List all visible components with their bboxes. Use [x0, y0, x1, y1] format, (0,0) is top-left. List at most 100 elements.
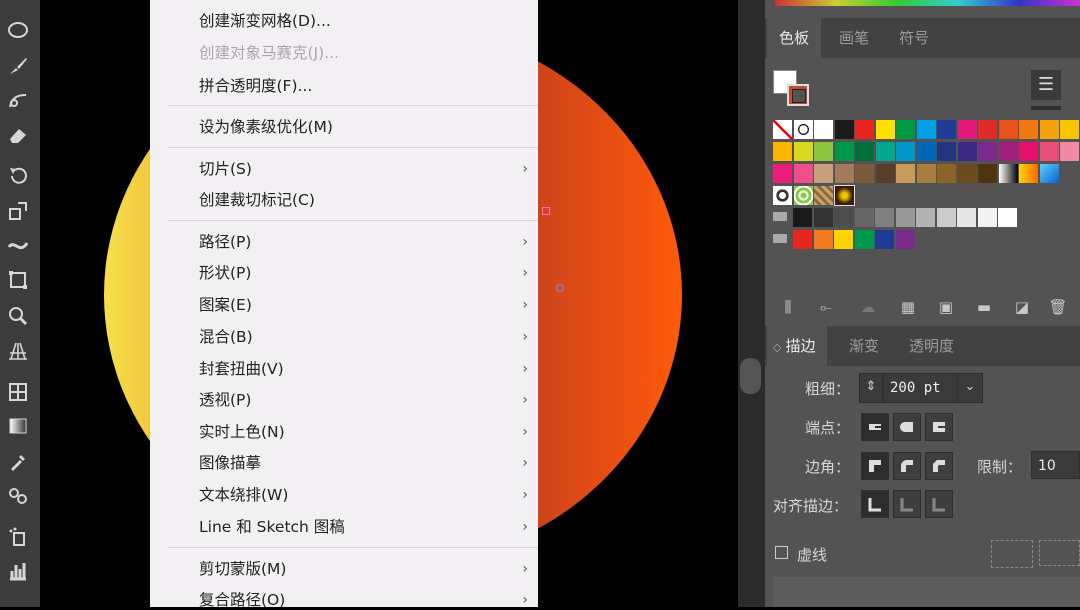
stroke-color-swatch[interactable] [787, 84, 809, 106]
scale-tool-icon[interactable] [4, 197, 32, 225]
color-swatch[interactable] [895, 208, 915, 227]
align-center-icon[interactable] [861, 490, 889, 518]
color-swatch[interactable] [793, 186, 813, 205]
color-swatch[interactable] [793, 208, 812, 227]
color-swatch[interactable] [875, 230, 894, 249]
new-color-group-icon[interactable]: ▣ [935, 296, 957, 318]
column-graph-tool-icon[interactable] [4, 557, 32, 585]
color-swatch[interactable] [1060, 142, 1079, 161]
align-outside-icon[interactable] [925, 490, 953, 518]
delete-swatch-icon[interactable]: 🗑 [1047, 296, 1069, 318]
color-swatch[interactable] [896, 120, 915, 139]
tab-stroke[interactable]: ◇ 描边 [767, 326, 828, 366]
color-swatch[interactable] [793, 164, 813, 183]
menu-item-clipping-mask[interactable]: 剪切蒙版(M) › [199, 559, 528, 579]
symbol-sprayer-tool-icon[interactable] [4, 523, 32, 551]
color-swatch[interactable] [875, 208, 894, 227]
color-swatch[interactable] [978, 142, 997, 161]
color-swatch[interactable] [855, 164, 874, 183]
color-swatch[interactable] [834, 120, 854, 139]
color-swatch[interactable] [957, 164, 977, 183]
tab-gradient[interactable]: 渐变 [837, 326, 891, 366]
menu-item-create-trim-marks[interactable]: 创建裁切标记(C) [199, 190, 315, 210]
color-swatch[interactable] [813, 208, 833, 227]
cloud-library-icon[interactable]: ☁ [857, 296, 879, 318]
panel-dock-scrollbar[interactable] [738, 0, 765, 607]
color-swatch[interactable] [916, 120, 936, 139]
gradient-tool-icon[interactable] [4, 412, 32, 440]
tab-transparency[interactable]: 透明度 [897, 326, 966, 366]
color-group-folder-icon[interactable] [773, 212, 787, 221]
color-swatch[interactable] [916, 164, 936, 183]
width-tool-icon[interactable] [4, 231, 32, 259]
color-swatch[interactable] [793, 142, 813, 161]
menu-item-create-gradient-mesh[interactable]: 创建渐变网格(D)... [199, 11, 331, 31]
menu-item-perspective[interactable]: 透视(P) › [199, 390, 528, 410]
mesh-tool-icon[interactable] [4, 378, 32, 406]
projecting-cap-icon[interactable] [925, 413, 953, 441]
color-swatch[interactable] [896, 164, 915, 183]
ellipse-tool-icon[interactable] [4, 16, 32, 44]
color-swatch[interactable] [998, 120, 1018, 139]
color-swatch[interactable] [1039, 142, 1059, 161]
color-swatch[interactable] [773, 164, 792, 183]
color-swatch[interactable] [793, 230, 812, 249]
menu-item-slice[interactable]: 切片(S) › [199, 159, 528, 179]
color-swatch[interactable] [773, 120, 792, 139]
folder-icon[interactable]: ▬ [973, 296, 995, 318]
color-swatch[interactable] [1039, 164, 1059, 183]
tab-symbols[interactable]: 符号 [887, 18, 941, 58]
menu-item-text-wrap[interactable]: 文本绕排(W) › [199, 485, 528, 505]
color-swatch[interactable] [814, 164, 833, 183]
list-view-icon[interactable]: ☰ [1031, 70, 1061, 100]
anchor-point[interactable] [556, 284, 564, 292]
color-swatch[interactable] [875, 120, 895, 139]
shaper-tool-icon[interactable] [4, 87, 32, 115]
eraser-tool-icon[interactable] [4, 121, 32, 149]
color-swatch[interactable] [834, 164, 854, 183]
color-swatch[interactable] [957, 142, 977, 161]
color-swatch[interactable] [1039, 120, 1059, 139]
color-swatch[interactable] [834, 230, 853, 249]
color-swatch[interactable] [936, 208, 956, 227]
color-swatch[interactable] [1019, 164, 1038, 183]
round-join-icon[interactable] [893, 452, 921, 480]
color-swatch[interactable] [1060, 120, 1079, 139]
butt-cap-icon[interactable] [861, 413, 889, 441]
blend-tool-icon[interactable] [4, 482, 32, 510]
color-swatch[interactable] [814, 186, 833, 205]
tab-swatches[interactable]: 色板 [767, 18, 822, 58]
menu-item-pattern[interactable]: 图案(E) › [199, 295, 528, 315]
color-swatch[interactable] [937, 142, 956, 161]
color-swatch[interactable] [875, 164, 895, 183]
color-swatch[interactable] [957, 208, 976, 227]
color-swatch[interactable] [855, 120, 874, 139]
show-swatch-kinds-icon[interactable]: ⟜ [815, 296, 837, 318]
color-swatch[interactable] [854, 230, 874, 249]
color-swatch[interactable] [854, 208, 874, 227]
color-swatch[interactable] [814, 120, 833, 139]
color-swatch[interactable] [937, 120, 956, 139]
color-swatch[interactable] [978, 164, 997, 183]
menu-item-path[interactable]: 路径(P) › [199, 232, 528, 252]
color-swatch[interactable] [855, 142, 874, 161]
menu-item-pixel-perfect[interactable]: 设为像素级优化(M) [199, 117, 333, 137]
dashed-line-checkbox[interactable] [775, 546, 788, 559]
menu-item-line-sketch-art[interactable]: Line 和 Sketch 图稿 › [199, 517, 528, 537]
dash-align-icon[interactable] [1039, 540, 1080, 566]
swatch-libraries-icon[interactable]: ⫼ [777, 296, 799, 318]
weight-dropdown-chevron-icon[interactable]: ⌄ [957, 373, 983, 403]
anchor-point[interactable] [542, 207, 550, 215]
color-swatch[interactable] [813, 230, 833, 249]
new-swatch-icon[interactable]: ◪ [1011, 296, 1033, 318]
color-swatch[interactable] [833, 185, 855, 206]
weight-stepper[interactable]: ⇕ [859, 373, 883, 403]
align-inside-icon[interactable] [893, 490, 921, 518]
weight-input[interactable]: 200 pt [883, 373, 963, 403]
menu-item-shape[interactable]: 形状(P) › [199, 263, 528, 283]
color-swatch[interactable] [977, 208, 997, 227]
color-swatch[interactable] [773, 186, 792, 205]
miter-limit-input[interactable]: 10 [1031, 451, 1080, 479]
color-swatch[interactable] [998, 164, 1018, 183]
free-transform-tool-icon[interactable] [4, 266, 32, 294]
